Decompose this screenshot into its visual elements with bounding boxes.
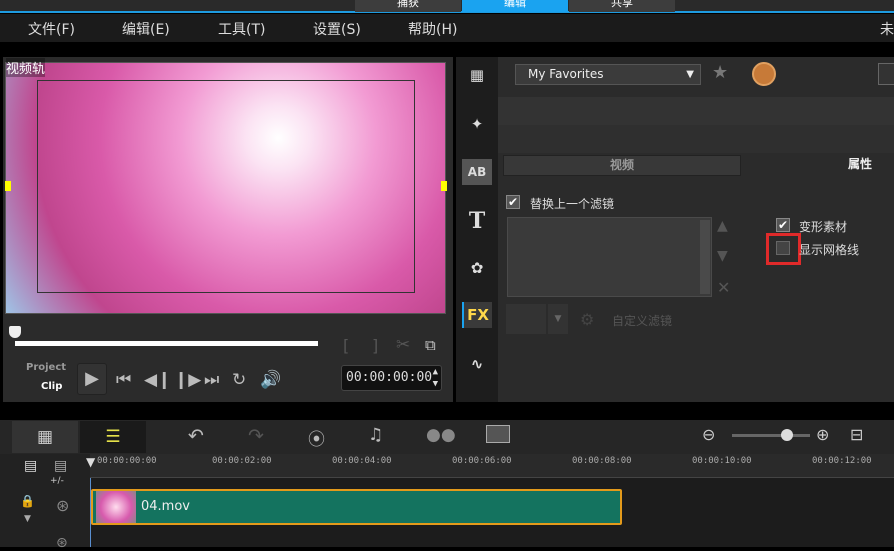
- expand-track-icon[interactable]: ▼: [24, 514, 31, 524]
- filter-gallery: [498, 97, 894, 125]
- show-grid-label: 显示网格线: [799, 243, 860, 257]
- ruler-tick: 00:00:10:00: [692, 456, 752, 466]
- lock-track-icon[interactable]: 🔒: [20, 494, 35, 508]
- transition-icon[interactable]: AB: [462, 159, 492, 185]
- clip-thumbnail: [96, 491, 136, 523]
- enlarge-preview-icon[interactable]: ⧉: [425, 336, 436, 354]
- distort-clip-label: 变形素材: [799, 220, 848, 234]
- go-start-button[interactable]: ⏮: [116, 370, 131, 390]
- menu-file[interactable]: 文件(F): [28, 19, 75, 39]
- favorites-dropdown[interactable]: My Favorites ▼: [515, 64, 701, 85]
- zoom-in-icon[interactable]: ⊕: [816, 425, 829, 444]
- safe-area-frame: [37, 80, 415, 293]
- ruler-tick: 00:00:12:00: [812, 456, 872, 466]
- timecode-stepper-icon[interactable]: ▲ ▼: [433, 366, 438, 390]
- video-track-icon: ⊛: [56, 496, 70, 515]
- filter-list-scrollbar[interactable]: [700, 220, 710, 294]
- timecode-field[interactable]: 00:00:00:00 ▲ ▼: [341, 365, 442, 391]
- preset-dropdown[interactable]: [506, 304, 546, 334]
- path-icon[interactable]: ∿: [462, 351, 492, 377]
- tab-edit[interactable]: 编辑: [462, 0, 568, 12]
- resize-handle-left[interactable]: [5, 181, 11, 191]
- menu-edit[interactable]: 编辑(E): [122, 19, 170, 39]
- scissors-icon[interactable]: ✂: [396, 335, 410, 355]
- next-frame-button[interactable]: ❙▶: [174, 370, 201, 390]
- project-mode[interactable]: Project: [26, 362, 66, 373]
- add-chapter-icon[interactable]: ▤: [54, 458, 67, 474]
- prev-frame-button[interactable]: ◀❙: [144, 370, 171, 390]
- options-button[interactable]: [878, 63, 894, 85]
- instant-project-icon[interactable]: ✦: [462, 111, 492, 137]
- timeline-view-button[interactable]: ☰: [80, 421, 146, 453]
- sound-mixer-icon[interactable]: ♫: [368, 425, 383, 445]
- volume-icon[interactable]: 🔊: [260, 370, 281, 390]
- zoom-slider-knob[interactable]: [780, 429, 793, 441]
- ruler-tick: 00:00:04:00: [332, 456, 392, 466]
- subtitle-editor-icon[interactable]: [486, 425, 510, 443]
- zoom-out-icon[interactable]: ⊖: [702, 425, 715, 444]
- add-remove-button[interactable]: +/-: [50, 476, 64, 486]
- move-up-icon[interactable]: ▲: [717, 218, 728, 234]
- move-down-icon[interactable]: ▼: [717, 248, 728, 264]
- custom-filter-icon: ⚙: [580, 310, 595, 329]
- menu-settings[interactable]: 设置(S): [313, 19, 361, 39]
- record-capture-icon[interactable]: ⦿: [308, 425, 325, 450]
- auto-music-icon[interactable]: ●●: [426, 425, 456, 445]
- ruler-tick: 00:00:06:00: [452, 456, 512, 466]
- overlay-track-icon: ⊛: [56, 535, 68, 551]
- storyboard-view-button[interactable]: ▦: [12, 421, 78, 453]
- ruler-tick: 00:00:08:00: [572, 456, 632, 466]
- highlight-box: [766, 233, 801, 265]
- ruler-tick: 00:00:00:00: [97, 456, 157, 466]
- undo-icon[interactable]: ↶: [188, 425, 204, 447]
- title-icon[interactable]: T: [462, 208, 492, 234]
- custom-filter-button[interactable]: 自定义滤镜: [612, 312, 672, 329]
- add-favorite-icon[interactable]: ★: [712, 62, 728, 83]
- redo-icon[interactable]: ↷: [248, 425, 264, 447]
- preset-chevron-icon[interactable]: ▼: [548, 304, 568, 334]
- clip-name: 04.mov: [141, 499, 190, 514]
- remove-filter-icon[interactable]: ✕: [717, 278, 730, 297]
- timecode-value: 00:00:00:00: [346, 370, 433, 385]
- chevron-down-icon: ▼: [686, 69, 694, 80]
- get-more-icon[interactable]: [752, 62, 776, 86]
- media-icon[interactable]: ▦: [462, 62, 492, 88]
- replace-filter-label: 替换上一个滤镜: [530, 197, 615, 211]
- track-header: [0, 454, 90, 547]
- go-end-button[interactable]: ⏭: [204, 370, 219, 390]
- menu-help[interactable]: 帮助(H): [408, 19, 457, 39]
- tab-share[interactable]: 共享: [569, 0, 675, 12]
- graphic-icon[interactable]: ✿: [462, 255, 492, 281]
- repeat-icon[interactable]: ↻: [232, 370, 246, 390]
- track-label: 视频轨: [6, 58, 46, 77]
- favorites-value: My Favorites: [528, 67, 604, 81]
- ruler-tick: 00:00:02:00: [212, 456, 272, 466]
- mark-in-icon[interactable]: [: [343, 336, 349, 355]
- resize-handle-right[interactable]: [441, 181, 447, 191]
- menu-right[interactable]: 未: [880, 19, 894, 39]
- filter-fx-icon[interactable]: FX: [462, 302, 492, 328]
- zoom-slider[interactable]: [732, 434, 810, 437]
- tab-video[interactable]: 视频: [503, 155, 741, 176]
- tab-attributes[interactable]: 属性: [741, 155, 894, 176]
- filter-gallery-row: [498, 125, 894, 153]
- playhead-icon[interactable]: ▼: [86, 455, 95, 469]
- clip-mode[interactable]: Clip: [41, 381, 62, 392]
- mark-out-icon[interactable]: ]: [372, 336, 378, 355]
- menu-tools[interactable]: 工具(T): [218, 19, 265, 39]
- scrubber-handle[interactable]: [9, 326, 21, 338]
- tab-capture[interactable]: 捕获: [355, 0, 461, 12]
- track-manager-icon[interactable]: ▤: [24, 458, 37, 474]
- applied-filter-list[interactable]: [507, 217, 712, 297]
- fit-project-icon[interactable]: ⊟: [850, 425, 863, 444]
- play-button[interactable]: ▶: [77, 363, 107, 395]
- replace-filter-checkbox[interactable]: ✔: [506, 195, 520, 209]
- scrub-bar[interactable]: [15, 341, 318, 346]
- distort-clip-checkbox[interactable]: ✔: [776, 218, 790, 232]
